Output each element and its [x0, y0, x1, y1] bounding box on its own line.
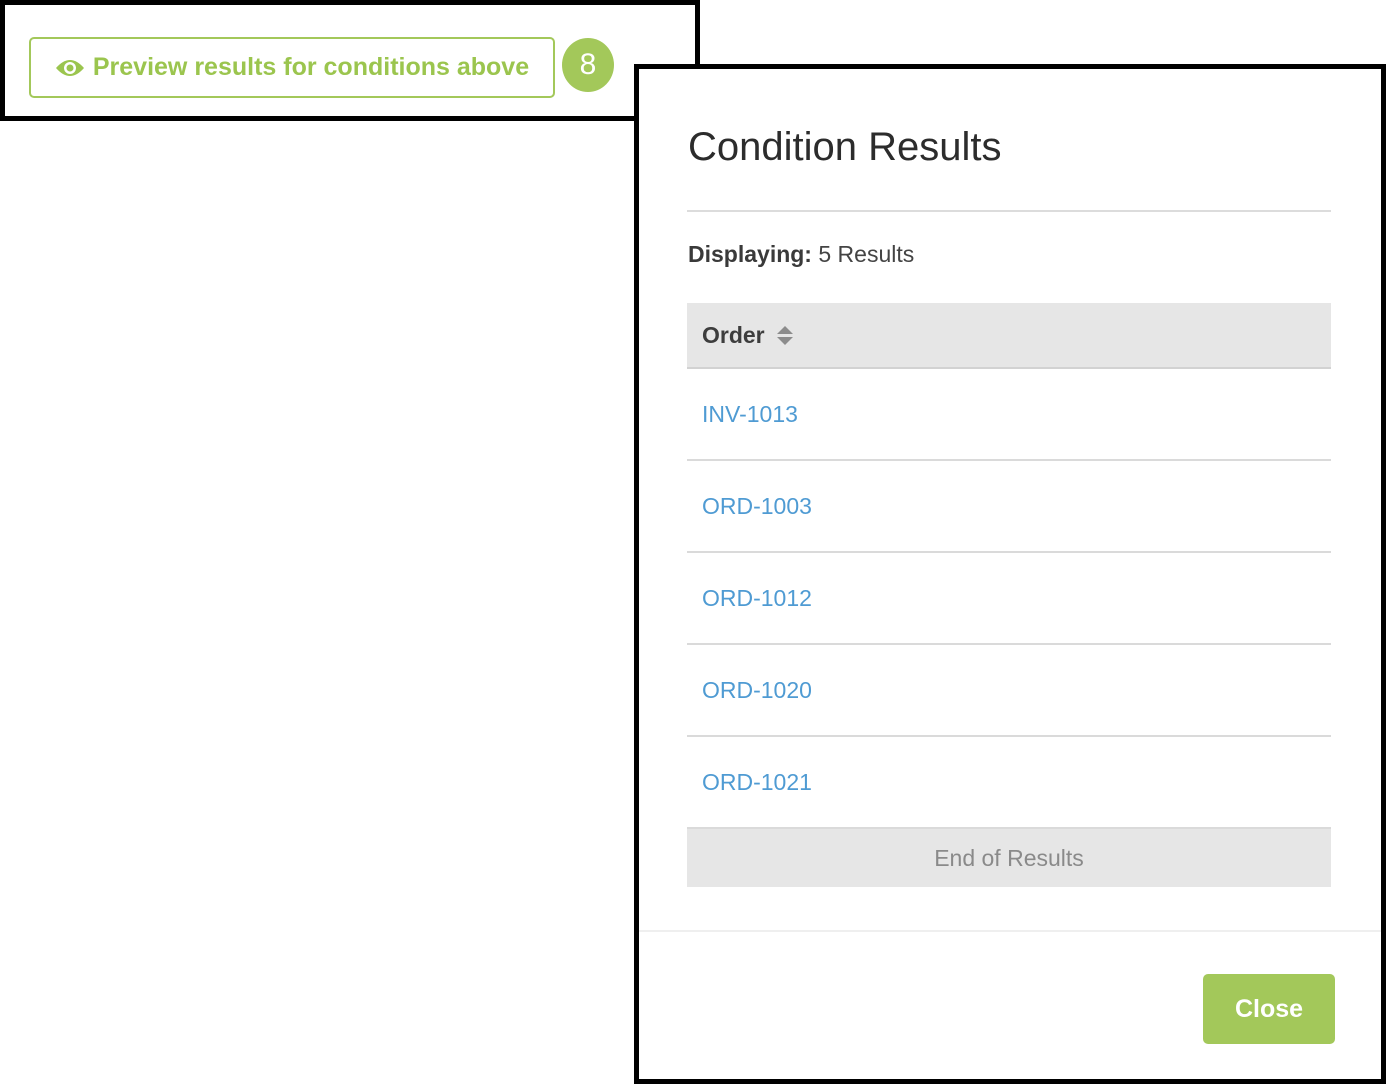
title-divider — [687, 210, 1331, 212]
preview-callout: Preview results for conditions above 8 — [0, 0, 700, 121]
table-row: ORD-1012 — [687, 553, 1331, 645]
order-column-header[interactable]: Order — [687, 303, 1331, 369]
footer-divider — [639, 930, 1381, 932]
results-table: Order INV-1013 ORD-1003 ORD-1012 ORD-102… — [687, 303, 1331, 887]
order-link[interactable]: ORD-1003 — [702, 493, 812, 520]
table-row: INV-1013 — [687, 369, 1331, 461]
table-row: ORD-1020 — [687, 645, 1331, 737]
condition-results-modal: Condition Results Displaying: 5 Results … — [634, 64, 1386, 1084]
eye-icon — [55, 58, 85, 78]
results-count-badge: 8 — [562, 38, 614, 92]
modal-title: Condition Results — [688, 125, 1002, 169]
order-link[interactable]: ORD-1012 — [702, 585, 812, 612]
order-link[interactable]: ORD-1021 — [702, 769, 812, 796]
table-row: ORD-1003 — [687, 461, 1331, 553]
summary-label: Displaying: — [688, 241, 812, 267]
preview-results-button[interactable]: Preview results for conditions above — [29, 37, 555, 98]
results-summary: Displaying: 5 Results — [688, 241, 914, 268]
summary-value: 5 Results — [818, 241, 915, 267]
order-link[interactable]: ORD-1020 — [702, 677, 812, 704]
preview-results-label: Preview results for conditions above — [92, 53, 530, 81]
close-button[interactable]: Close — [1203, 974, 1335, 1044]
order-column-label: Order — [702, 321, 765, 348]
sort-icon[interactable] — [776, 325, 793, 345]
table-row: ORD-1021 — [687, 737, 1331, 829]
order-link[interactable]: INV-1013 — [702, 401, 798, 428]
end-of-results: End of Results — [687, 829, 1331, 887]
